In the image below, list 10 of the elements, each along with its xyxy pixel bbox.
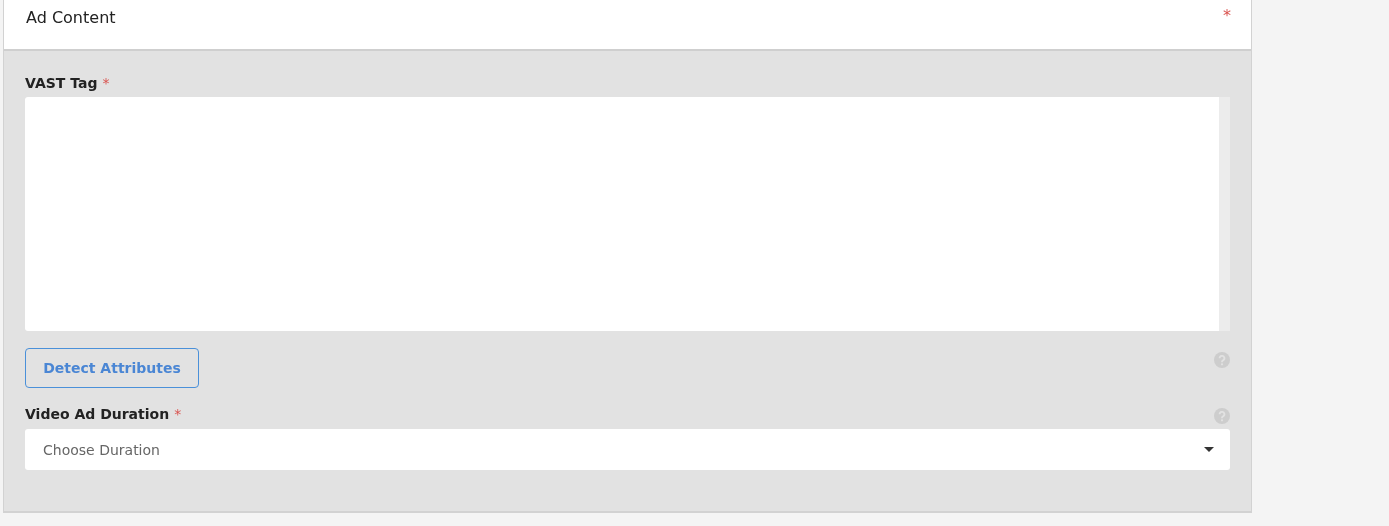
caret-icon	[1204, 447, 1214, 452]
required-mark: *	[174, 406, 182, 422]
duration-dropdown[interactable]: Choose Duration	[25, 429, 1230, 470]
required-mark: *	[1223, 6, 1231, 25]
field-label: VAST Tag	[25, 75, 98, 91]
scrollbar[interactable]	[1219, 97, 1230, 331]
vast-tag-textarea[interactable]	[25, 97, 1230, 331]
field-label: Video Ad Duration	[25, 406, 170, 422]
required-mark: *	[102, 75, 110, 91]
panel-title: Ad Content	[26, 8, 116, 27]
